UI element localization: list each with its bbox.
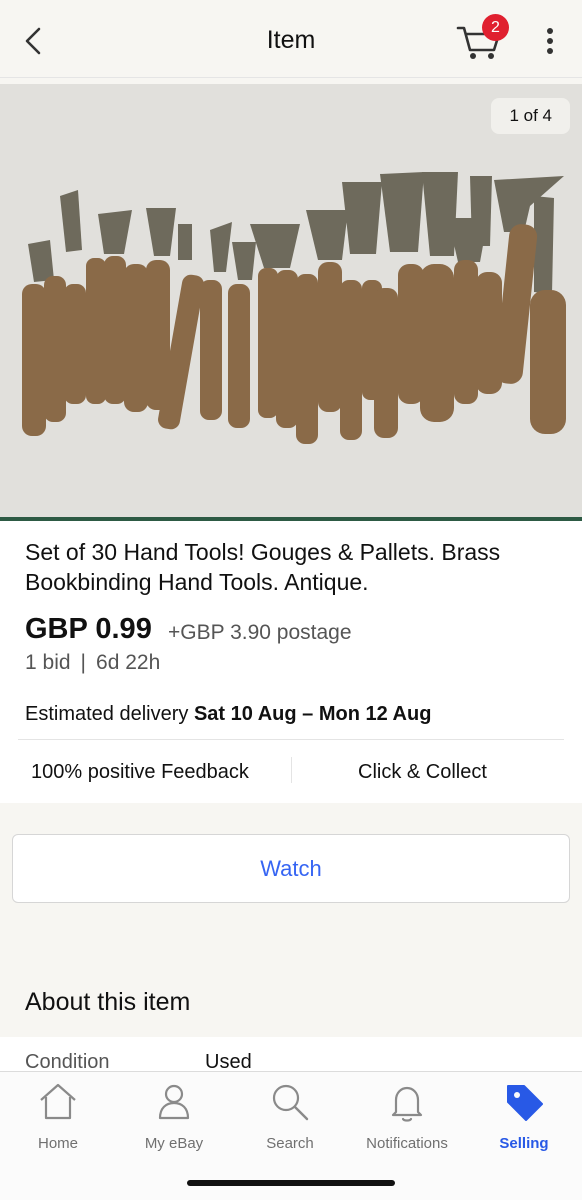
item-postage: +GBP 3.90 postage: [168, 621, 352, 644]
about-section-title: About this item: [25, 988, 191, 1016]
item-photo: [0, 84, 582, 521]
watch-button[interactable]: Watch: [12, 834, 570, 903]
more-vertical-icon: [547, 28, 553, 54]
estimated-delivery: Estimated delivery Sat 10 Aug – Mon 12 A…: [25, 703, 431, 726]
divider: [18, 739, 564, 740]
tab-selling[interactable]: Selling: [466, 1080, 582, 1160]
person-icon: [158, 1084, 190, 1120]
bid-count: 1 bid: [25, 651, 71, 674]
bids-row: 1 bid | 6d 22h: [25, 651, 160, 675]
home-indicator[interactable]: [187, 1180, 395, 1186]
item-photo-gallery[interactable]: 1 of 4: [0, 84, 582, 521]
tab-label: Notifications: [366, 1135, 448, 1152]
tab-label: My eBay: [144, 1135, 204, 1152]
item-title: Set of 30 Hand Tools! Gouges & Pallets. …: [25, 539, 501, 595]
bids-separator: |: [80, 651, 87, 674]
search-icon: [272, 1084, 309, 1121]
more-options-button[interactable]: [540, 24, 560, 58]
tab-label: Selling: [499, 1135, 549, 1152]
bell-icon: [391, 1086, 423, 1122]
delivery-dates: Sat 10 Aug – Mon 12 Aug: [193, 703, 432, 725]
tab-notifications[interactable]: Notifications: [349, 1080, 465, 1160]
tab-home[interactable]: Home: [0, 1080, 116, 1160]
tab-search[interactable]: Search: [232, 1080, 348, 1160]
top-nav-bar: Item 2: [0, 0, 582, 78]
tag-icon: [507, 1085, 543, 1121]
click-and-collect: Click & Collect: [358, 761, 487, 783]
item-info-section: Set of 30 Hand Tools! Gouges & Pallets. …: [0, 521, 582, 803]
item-price: GBP 0.99: [25, 613, 152, 645]
tab-my-ebay[interactable]: My eBay: [116, 1080, 232, 1160]
cart-count-badge: 2: [482, 14, 509, 41]
tab-label: Search: [266, 1135, 314, 1152]
home-icon: [40, 1083, 76, 1120]
vertical-divider: [291, 757, 292, 783]
seller-feedback[interactable]: 100% positive Feedback: [31, 761, 249, 784]
photo-counter: 1 of 4: [491, 98, 570, 134]
delivery-label: Estimated delivery: [25, 703, 189, 725]
time-left: 6d 22h: [96, 651, 161, 674]
tab-label: Home: [37, 1135, 78, 1152]
